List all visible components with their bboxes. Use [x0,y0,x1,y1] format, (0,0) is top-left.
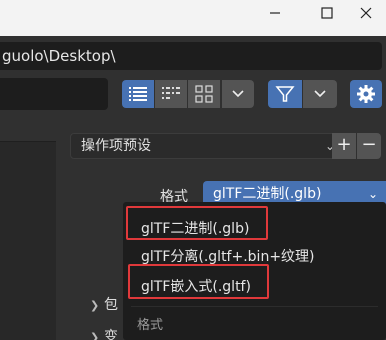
display-mode-dropdown[interactable] [222,80,254,108]
maximize-button[interactable] [302,0,352,26]
format-dropdown-menu: glTF二进制(.glb) glTF分离(.gltf+.bin+纹理) glTF… [123,202,386,340]
add-preset-button[interactable]: + [332,133,356,159]
tree-item-transform[interactable]: ❯ 变 [90,326,118,340]
vertical-list-icon [162,87,180,99]
menu-divider [131,306,378,307]
maximize-icon [321,7,333,19]
path-bar: guolo\Desktop\ [0,36,386,76]
funnel-icon [275,86,295,102]
tree-item-label: 包 [104,297,118,313]
format-menu-title: 格式 [137,318,164,333]
file-browser-toolbar [0,76,386,120]
filter-toggle-button[interactable] [268,80,302,108]
tree-item-include[interactable]: ❯ 包 [90,294,118,314]
highlight-box-gltf-embedded [128,264,269,299]
list-view-icon [129,87,147,101]
settings-button[interactable] [350,80,382,108]
file-list-panel[interactable] [0,120,56,340]
minimize-icon [270,12,280,14]
remove-preset-button[interactable]: − [357,133,381,159]
gear-icon [357,85,375,103]
chevron-down-icon [314,90,326,98]
close-button[interactable] [346,0,386,26]
vertical-list-view-button[interactable] [155,80,187,108]
directory-path-input[interactable]: guolo\Desktop\ [0,42,382,70]
tree-item-label: 变 [104,329,118,340]
chevron-down-icon [232,90,244,98]
title-bar [0,0,386,36]
filter-dropdown[interactable] [303,80,337,108]
close-icon [360,7,372,19]
file-list-header [0,120,56,142]
format-selected-value: glTF二进制(.glb) [213,186,322,202]
operator-presets-dropdown[interactable]: 操作项预设 ⌄ [70,133,342,159]
highlight-box-glb [126,206,268,240]
filename-input[interactable] [0,78,108,110]
list-view-button[interactable] [122,80,154,108]
thumbnail-grid-icon [195,85,213,103]
thumbnail-view-button[interactable] [188,80,220,108]
chevron-right-icon: ❯ [90,299,100,312]
chevron-right-icon: ❯ [90,331,100,340]
format-option-gltf-separate[interactable]: glTF分离(.gltf+.bin+纹理) [141,246,315,266]
operator-presets-label: 操作项预设 [81,138,151,154]
minimize-button[interactable] [250,0,300,26]
